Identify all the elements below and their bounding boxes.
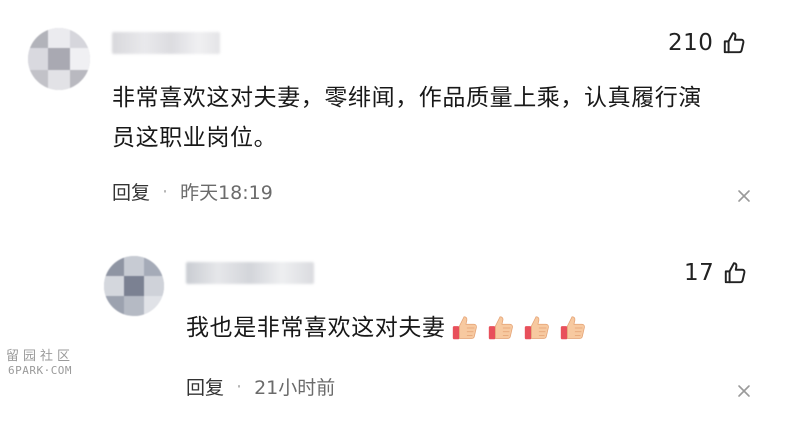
reply-button[interactable]: 回复 <box>186 373 224 400</box>
thumbs-up-emoji-icon <box>524 316 549 340</box>
emoji-group <box>450 313 588 343</box>
watermark-line: 留园社区 <box>6 349 75 364</box>
thumbs-up-icon <box>725 262 746 284</box>
thumbs-up-icon <box>724 32 745 54</box>
reply-text-body: 我也是非常喜欢这对夫妻 <box>186 315 446 341</box>
avatar[interactable] <box>104 256 164 316</box>
like-count: 17 <box>684 260 715 286</box>
watermark-line: 6PARK·COM <box>7 364 73 377</box>
username-redacted[interactable] <box>186 262 314 284</box>
timestamp: 21小时前 <box>254 377 336 399</box>
comment-text-line: 员这职业岗位。 <box>112 125 278 151</box>
reply-text: 我也是非常喜欢这对夫妻 <box>186 308 588 348</box>
comment-meta: 回复 · 昨天18:19 <box>112 178 273 205</box>
comment-text-line: 非常喜欢这对夫妻，零绯闻，作品质量上乘，认真履行演 <box>112 85 702 111</box>
thumbs-up-emoji-icon <box>452 316 477 340</box>
separator-dot: · <box>236 375 243 398</box>
reply-meta: 回复 · 21小时前 <box>186 373 335 400</box>
like-count: 210 <box>668 30 714 56</box>
avatar[interactable] <box>28 28 90 90</box>
close-icon[interactable] <box>737 384 751 398</box>
like-button[interactable]: 210 <box>668 30 747 56</box>
like-button[interactable]: 17 <box>684 260 748 286</box>
comment-text: 非常喜欢这对夫妻，零绯闻，作品质量上乘，认真履行演 员这职业岗位。 <box>112 78 702 158</box>
reply-button[interactable]: 回复 <box>112 178 150 205</box>
separator-dot: · <box>162 180 169 203</box>
timestamp: 昨天18:19 <box>180 182 273 204</box>
thumbs-up-emoji-icon <box>560 316 585 340</box>
thumbs-up-emoji-icon <box>488 316 513 340</box>
close-icon[interactable] <box>737 189 751 203</box>
username-redacted[interactable] <box>112 32 220 54</box>
watermark: 留园社区 6PARK·COM <box>6 350 74 378</box>
